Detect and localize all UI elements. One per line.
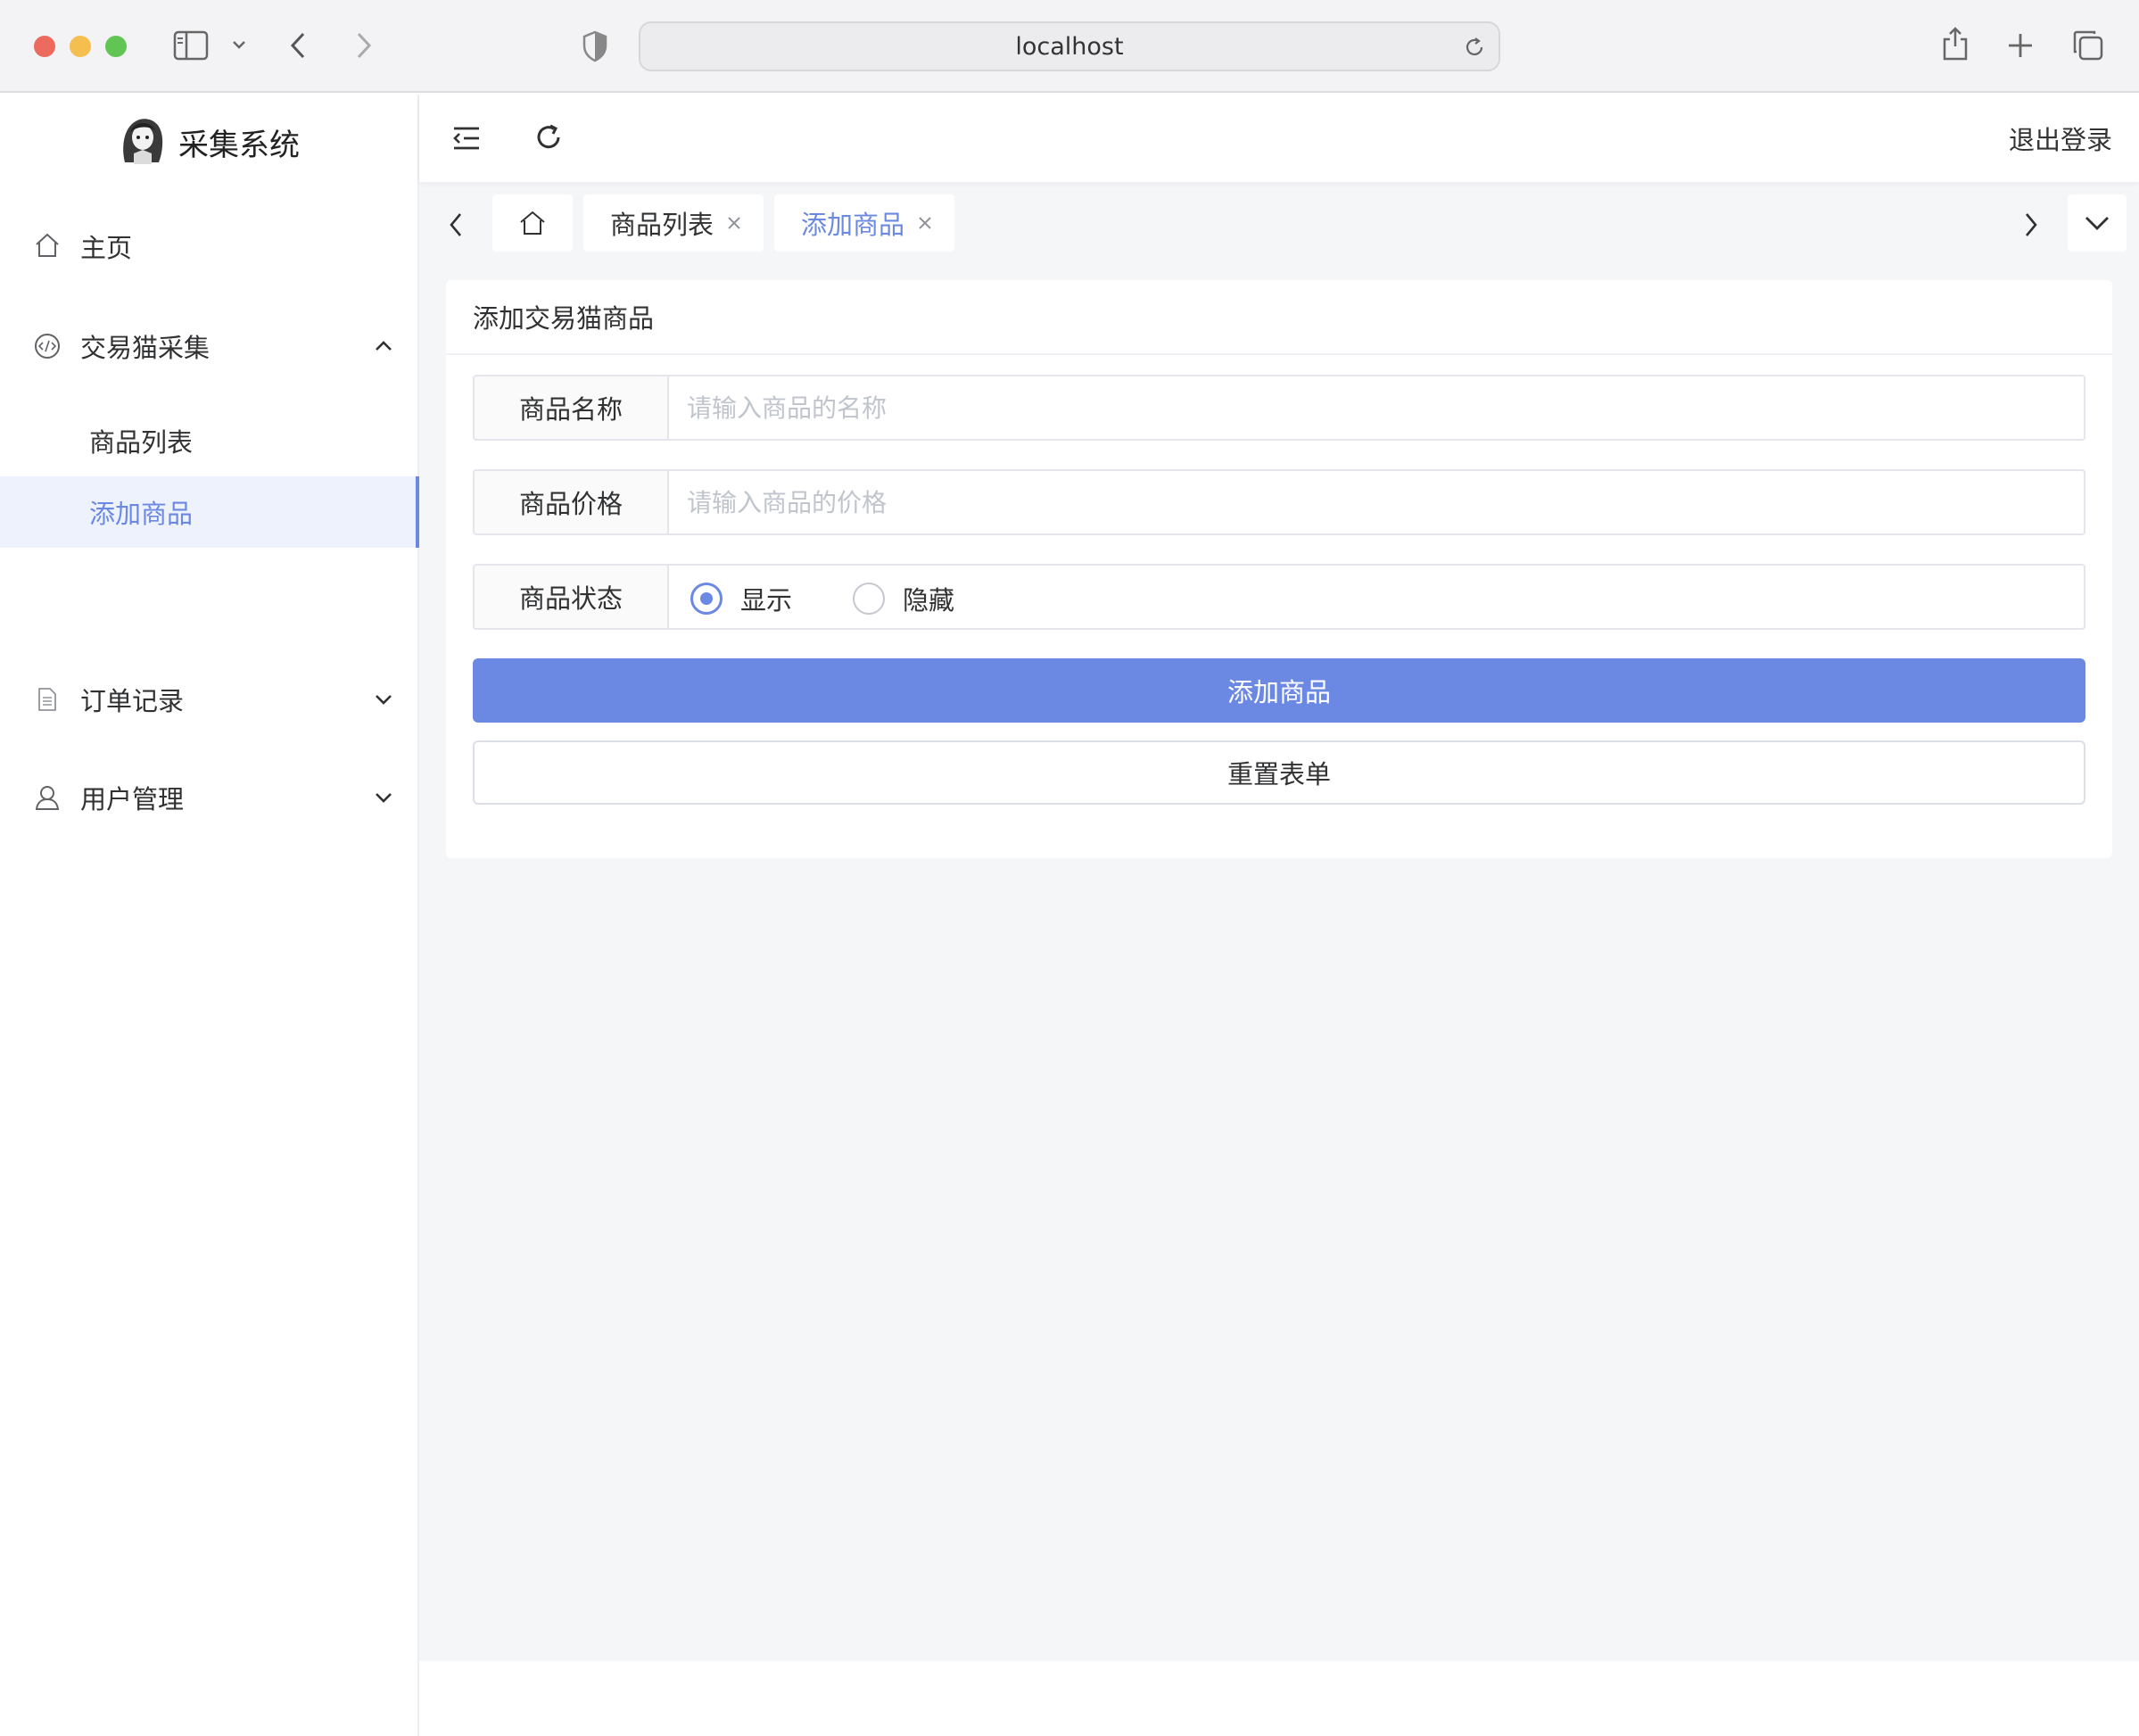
logo-text: 采集系统: [178, 127, 300, 163]
menu-fold-icon[interactable]: [451, 123, 482, 153]
card-title: 添加交易猫商品: [446, 280, 2112, 355]
tab-home[interactable]: [492, 194, 573, 252]
footer-bar: [419, 1661, 2139, 1736]
radio-label: 隐藏: [903, 585, 955, 616]
product-name-label: 商品名称: [473, 375, 669, 441]
window-maximize-button[interactable]: [105, 36, 127, 57]
reload-icon[interactable]: [1463, 36, 1486, 59]
add-product-button[interactable]: 添加商品: [473, 658, 2085, 723]
sidebar-item-label: 用户管理: [80, 784, 185, 814]
radio-unchecked-icon: [853, 583, 885, 615]
radio-label: 显示: [740, 585, 793, 616]
product-status-radio-group: 显示 隐藏: [667, 564, 2085, 630]
code-icon: [34, 333, 61, 360]
forward-arrow-icon[interactable]: [351, 30, 375, 61]
share-icon[interactable]: [1941, 25, 1970, 62]
document-icon: [36, 687, 59, 712]
refresh-icon[interactable]: [533, 122, 564, 153]
chevron-down-icon: [373, 787, 394, 808]
product-price-label: 商品价格: [473, 469, 669, 535]
top-header: [419, 95, 2139, 182]
tab-label: 添加商品: [801, 210, 905, 240]
user-icon: [34, 784, 61, 811]
home-icon: [518, 209, 547, 237]
product-price-input-wrap: [667, 469, 2085, 535]
sidebar-item-label: 订单记录: [80, 686, 185, 716]
product-name-input-wrap: [667, 375, 2085, 441]
chevron-down-icon: [2084, 214, 2110, 232]
sidebar-subitem-product-list[interactable]: 商品列表: [0, 405, 419, 476]
status-radio-hide[interactable]: 隐藏: [853, 566, 954, 632]
sidebar-item-label: 交易猫采集: [80, 333, 211, 363]
product-status-label: 商品状态: [473, 564, 669, 630]
product-status-row: 商品状态 显示 隐藏: [473, 564, 2085, 630]
window-minimize-button[interactable]: [70, 36, 91, 57]
url-text: localhost: [1015, 32, 1124, 61]
status-radio-show[interactable]: 显示: [690, 566, 792, 632]
sidebar-subitem-add-product[interactable]: 添加商品: [0, 476, 419, 548]
tab-add-product[interactable]: 添加商品: [774, 194, 954, 252]
tab-label: 商品列表: [610, 210, 714, 240]
logo-avatar: [118, 114, 168, 166]
chevron-up-icon: [373, 335, 394, 357]
tabs-menu-dropdown[interactable]: [2068, 194, 2127, 252]
window-close-button[interactable]: [34, 36, 55, 57]
tab-overview-icon[interactable]: [2071, 29, 2105, 62]
radio-checked-icon: [690, 583, 723, 615]
product-name-input[interactable]: [669, 376, 2084, 439]
close-icon[interactable]: [726, 215, 742, 231]
sidebar-item-jiaoyimao[interactable]: 交易猫采集: [0, 309, 417, 384]
new-tab-icon[interactable]: [2005, 30, 2036, 61]
tabs-scroll-left-icon[interactable]: [444, 209, 467, 241]
sidebar-item-orders[interactable]: 订单记录: [0, 662, 417, 737]
sidebar-toggle-icon[interactable]: [173, 30, 209, 61]
back-arrow-icon[interactable]: [287, 30, 310, 61]
reset-form-button[interactable]: 重置表单: [473, 740, 2085, 805]
close-icon[interactable]: [917, 215, 933, 231]
sidebar-item-users[interactable]: 用户管理: [0, 760, 417, 835]
sidebar: 采集系统 主页 交易猫采集 商品列表 添加商品 订单记录 用户管理: [0, 95, 419, 1736]
product-price-row: 商品价格: [473, 469, 2085, 535]
product-price-input[interactable]: [669, 471, 2084, 533]
sidebar-item-label: 主页: [80, 233, 133, 263]
address-bar[interactable]: localhost: [639, 21, 1500, 71]
tabs-scroll-right-icon[interactable]: [2019, 209, 2043, 241]
browser-toolbar: localhost: [0, 0, 2139, 93]
logout-button[interactable]: 退出登录: [2009, 95, 2112, 182]
shield-icon[interactable]: [582, 30, 608, 62]
sidebar-item-home[interactable]: 主页: [0, 209, 417, 284]
add-product-card: 添加交易猫商品 商品名称 商品价格 商品状态 显示 隐藏 添加商品 重置表单: [446, 280, 2112, 858]
home-icon: [34, 232, 61, 259]
chevron-down-icon: [373, 689, 394, 710]
chevron-down-icon[interactable]: [230, 37, 248, 52]
tab-product-list[interactable]: 商品列表: [583, 194, 764, 252]
product-name-row: 商品名称: [473, 375, 2085, 441]
